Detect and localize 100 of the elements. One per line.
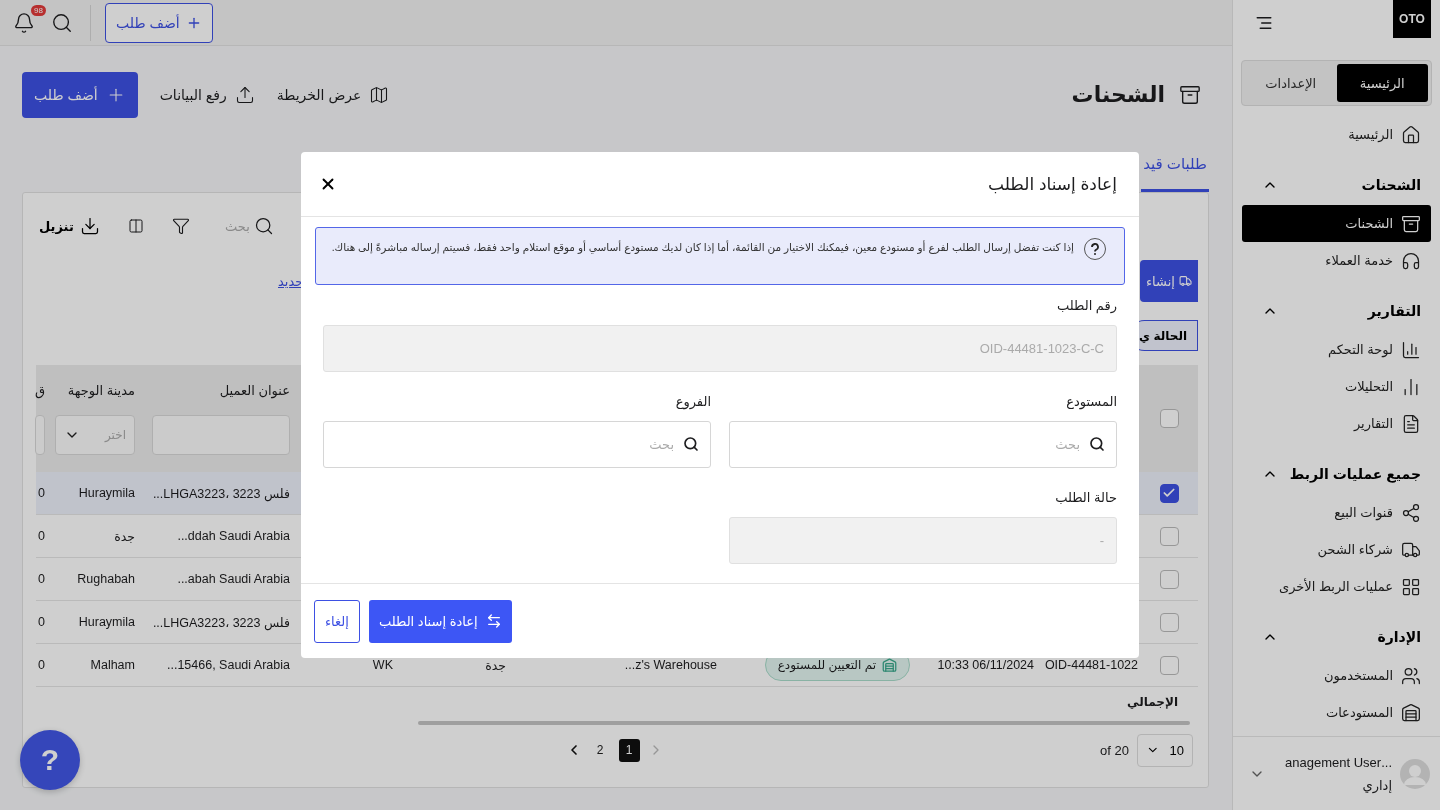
logo[interactable]: OTO (1393, 0, 1431, 38)
nav-section-header[interactable]: الإدارة (1242, 617, 1431, 657)
search-icon[interactable] (51, 11, 73, 34)
download-icon (79, 216, 100, 236)
nav-item[interactable]: الرئيسية (1242, 116, 1431, 153)
bell-icon[interactable] (13, 11, 35, 34)
home-icon (1401, 124, 1421, 145)
table-cell: Malham (90, 658, 135, 672)
cancel-button[interactable]: إلغاء (314, 599, 360, 643)
create-button[interactable]: إنشاء (1140, 260, 1198, 302)
checkbox[interactable] (1159, 569, 1179, 589)
field-label: رقم الطلب (1055, 297, 1117, 315)
nav-item[interactable]: الشحنات (1242, 205, 1431, 242)
map-button[interactable]: عرض الخريطة (276, 85, 390, 105)
filter-icon[interactable] (171, 217, 190, 235)
page-size-select[interactable]: 10 (1137, 733, 1193, 767)
search-icon (1089, 436, 1105, 452)
nav-item[interactable]: المستودعات (1242, 694, 1431, 731)
field-label: المستودع (1065, 393, 1117, 411)
nav-item[interactable]: عمليات الربط الأخرى (1242, 568, 1431, 605)
table-cell: ...LHGA3223، 3223 فلس (152, 485, 290, 501)
column-header: ق (35, 382, 45, 401)
search-field[interactable]: بحث (219, 218, 250, 234)
total-count: 20 of (1100, 742, 1129, 758)
menu-icon[interactable] (1255, 14, 1273, 32)
page-button[interactable]: 2 (589, 738, 611, 762)
add-order-button[interactable]: أضف طلب (105, 2, 213, 43)
nav-item[interactable]: لوحة التحكم (1242, 331, 1431, 368)
select-link[interactable]: حديد (278, 273, 304, 289)
reassign-button[interactable]: إعادة إسناد الطلب (368, 599, 512, 643)
warehouse-icon (882, 657, 897, 673)
nav-item[interactable]: التقارير (1242, 405, 1431, 442)
search-field[interactable]: بحث (729, 421, 1117, 468)
search-field[interactable]: بحث (323, 421, 711, 468)
filter-field[interactable] (152, 414, 290, 455)
checkbox[interactable] (1159, 612, 1179, 632)
total-label: الإجمالي (1127, 695, 1178, 709)
checkbox[interactable] (1159, 483, 1179, 503)
headphones-icon (1401, 250, 1421, 271)
table-cell: 0 (38, 529, 45, 543)
document-icon (1401, 413, 1421, 434)
user-role: إداري (1361, 777, 1392, 793)
field-label: الفروع (674, 393, 711, 411)
info-text: إذا كنت تفضل إرسال الطلب لفرع أو مستودع معين، فيمكنك الاختيار من القائمة، أما إذا كان لديك مستودع أساسي أو موقع استلام واحد فقط، فسيتم إرساله مباشرةً إلى هناك. (331, 239, 1074, 256)
avatar (1400, 758, 1430, 789)
segment-tab[interactable]: الرئيسية (1336, 64, 1428, 102)
add-order-button[interactable]: أضف طلب (22, 72, 138, 118)
swap-icon (485, 613, 502, 629)
bar-chart-icon (1401, 339, 1421, 360)
table-cell: 0 (38, 658, 45, 672)
page-button[interactable]: 1 (618, 738, 640, 762)
check-icon (1162, 486, 1176, 500)
nav-item[interactable]: خدمة العملاء (1242, 242, 1431, 279)
checkbox[interactable] (1159, 526, 1179, 546)
table-cell: ...15466, Saudi Arabia (167, 658, 290, 672)
table-cell: Huraymila (78, 615, 135, 629)
segment-tab[interactable]: الإعدادات (1245, 64, 1337, 102)
field-label: حالة الطلب (1054, 489, 1117, 507)
download-button[interactable]: تنزيل (39, 216, 100, 236)
column-header: عنوان العميل (218, 382, 290, 401)
table-cell: 0 (38, 572, 45, 586)
page-title: الشحنات (1071, 82, 1165, 108)
nav-item[interactable]: شركاء الشحن (1242, 531, 1431, 568)
table-cell: جدة (114, 528, 135, 544)
modal-title: إعادة إسناد الطلب (988, 173, 1117, 195)
warehouse-icon (1401, 702, 1421, 723)
table-cell: OID-44481-1022 (1044, 658, 1138, 672)
search-icon (253, 216, 274, 236)
notification-badge: 98 (31, 4, 46, 16)
nav-item[interactable]: قنوات البيع (1242, 494, 1431, 531)
table-cell: ...abah Saudi Arabia (177, 572, 290, 586)
archive-icon (1401, 213, 1421, 234)
table-cell: Huraymila (78, 486, 135, 500)
box-icon (1179, 84, 1201, 106)
upload-icon (234, 85, 255, 105)
grid-icon (1401, 576, 1421, 597)
network-icon (1401, 502, 1421, 523)
nav-item[interactable]: التحليلات (1242, 368, 1431, 405)
upload-button[interactable]: رفع البيانات (159, 85, 255, 105)
table-cell: 10:33 06/11/2024 (937, 658, 1034, 672)
nav-section-header[interactable]: جميع عمليات الربط (1242, 454, 1431, 494)
table-cell: ...LHGA3223، 3223 فلس (152, 614, 290, 630)
search-icon (683, 436, 699, 452)
nav-section-header[interactable]: التقارير (1242, 291, 1431, 331)
table-cell: 0 (38, 615, 45, 629)
column-header: مدينة الوجهة (66, 382, 135, 401)
table-cell: ...z's Warehouse (624, 658, 717, 672)
nav-item[interactable]: المستخدمون (1242, 657, 1431, 694)
table-cell: 0 (38, 486, 45, 500)
checkbox[interactable] (1159, 409, 1179, 428)
table-cell: جدة (485, 657, 506, 673)
filter-field[interactable] (35, 414, 45, 455)
table-cell: Rughabah (77, 572, 135, 586)
user-name: ...anagement User (1284, 754, 1392, 770)
nav-section-header[interactable]: الشحنات (1242, 165, 1431, 205)
scrollbar[interactable] (418, 721, 1190, 725)
map-icon (369, 85, 390, 105)
users-icon (1401, 665, 1421, 686)
columns-icon[interactable] (127, 218, 144, 234)
checkbox[interactable] (1159, 655, 1179, 675)
